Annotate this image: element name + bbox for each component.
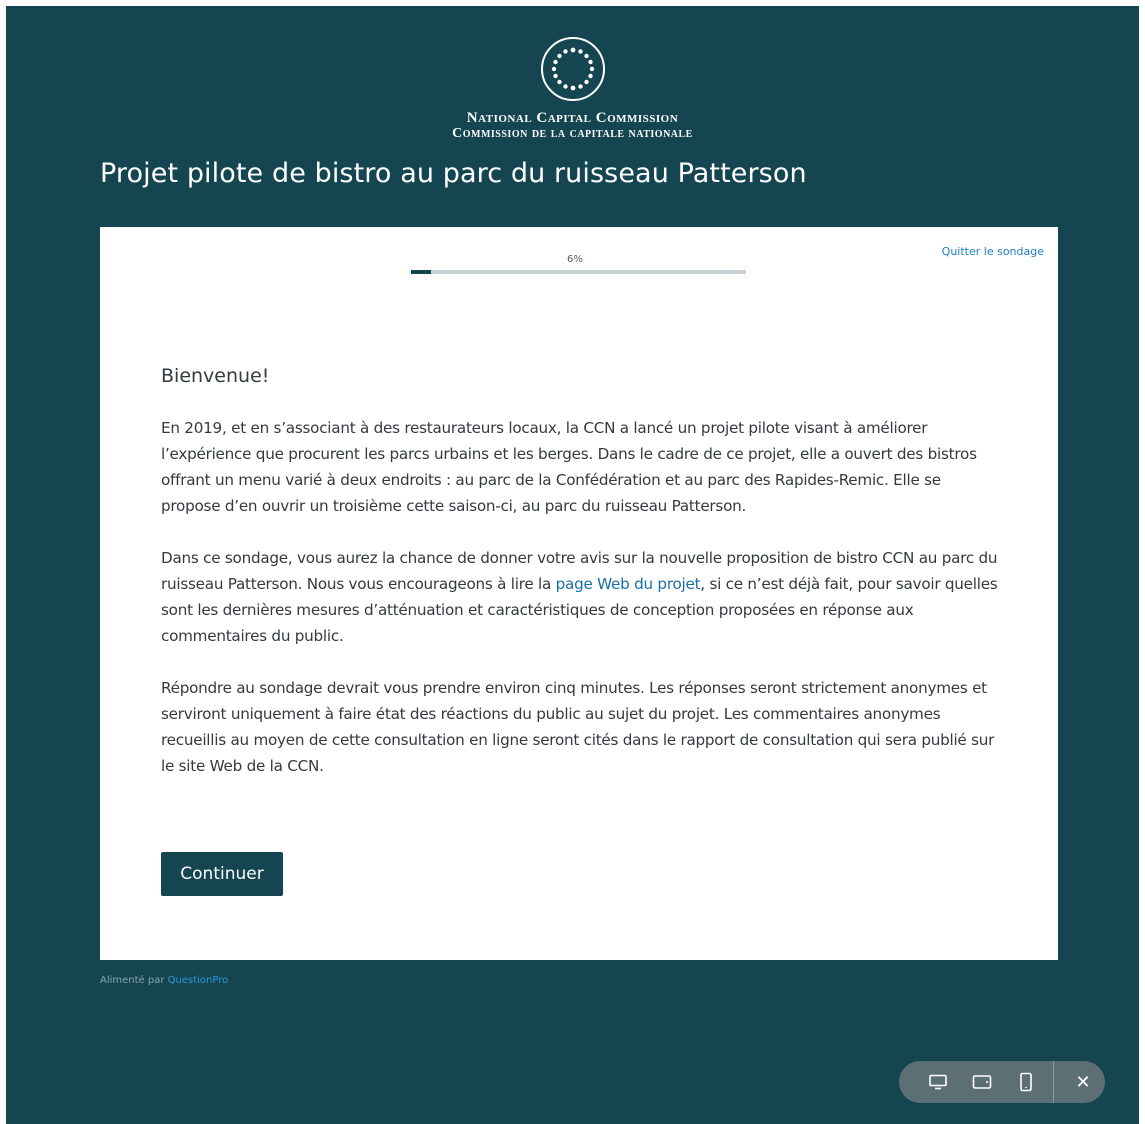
- intro-text: En 2019, et en s’associant à des restaur…: [161, 415, 1001, 805]
- progress-label: 6%: [567, 254, 583, 265]
- ncc-logo-icon: [540, 37, 605, 101]
- intro-paragraph-1: En 2019, et en s’associant à des restaur…: [161, 419, 977, 515]
- page-background: National Capital Commission Commission d…: [6, 6, 1139, 1124]
- powered-by: Alimenté par QuestionPro: [100, 975, 228, 986]
- survey-card: 6% Quitter le sondage Bienvenue! En 2019…: [100, 227, 1058, 960]
- phone-view-button[interactable]: [1006, 1061, 1046, 1103]
- intro-paragraph-2: Dans ce sondage, vous aurez la chance de…: [161, 545, 1001, 649]
- intro-paragraph-3: Répondre au sondage devrait vous prendre…: [161, 679, 995, 775]
- progress-bar-fill: [411, 270, 432, 274]
- continue-button[interactable]: Continuer: [161, 852, 283, 896]
- desktop-icon: [929, 1074, 947, 1090]
- welcome-heading: Bienvenue!: [161, 365, 270, 387]
- org-name-fr: Commission de la capitale nationale: [452, 126, 693, 141]
- quit-survey-link[interactable]: Quitter le sondage: [942, 245, 1044, 258]
- progress-bar: [411, 270, 746, 274]
- close-icon: ✕: [1075, 1071, 1091, 1093]
- device-bar-divider: [1053, 1061, 1054, 1103]
- desktop-view-button[interactable]: [918, 1061, 958, 1103]
- tablet-icon: [972, 1075, 992, 1089]
- org-header: National Capital Commission Commission d…: [6, 36, 1139, 142]
- device-preview-bar: ✕: [899, 1061, 1105, 1103]
- org-name-en: National Capital Commission: [466, 110, 679, 126]
- project-page-link[interactable]: page Web du projet: [556, 575, 701, 593]
- questionpro-link[interactable]: QuestionPro: [168, 975, 229, 986]
- close-preview-button[interactable]: ✕: [1063, 1061, 1103, 1103]
- page-title: Projet pilote de bistro au parc du ruiss…: [100, 158, 807, 189]
- phone-icon: [1020, 1072, 1032, 1092]
- powered-by-prefix: Alimenté par: [100, 975, 168, 986]
- tablet-view-button[interactable]: [962, 1061, 1002, 1103]
